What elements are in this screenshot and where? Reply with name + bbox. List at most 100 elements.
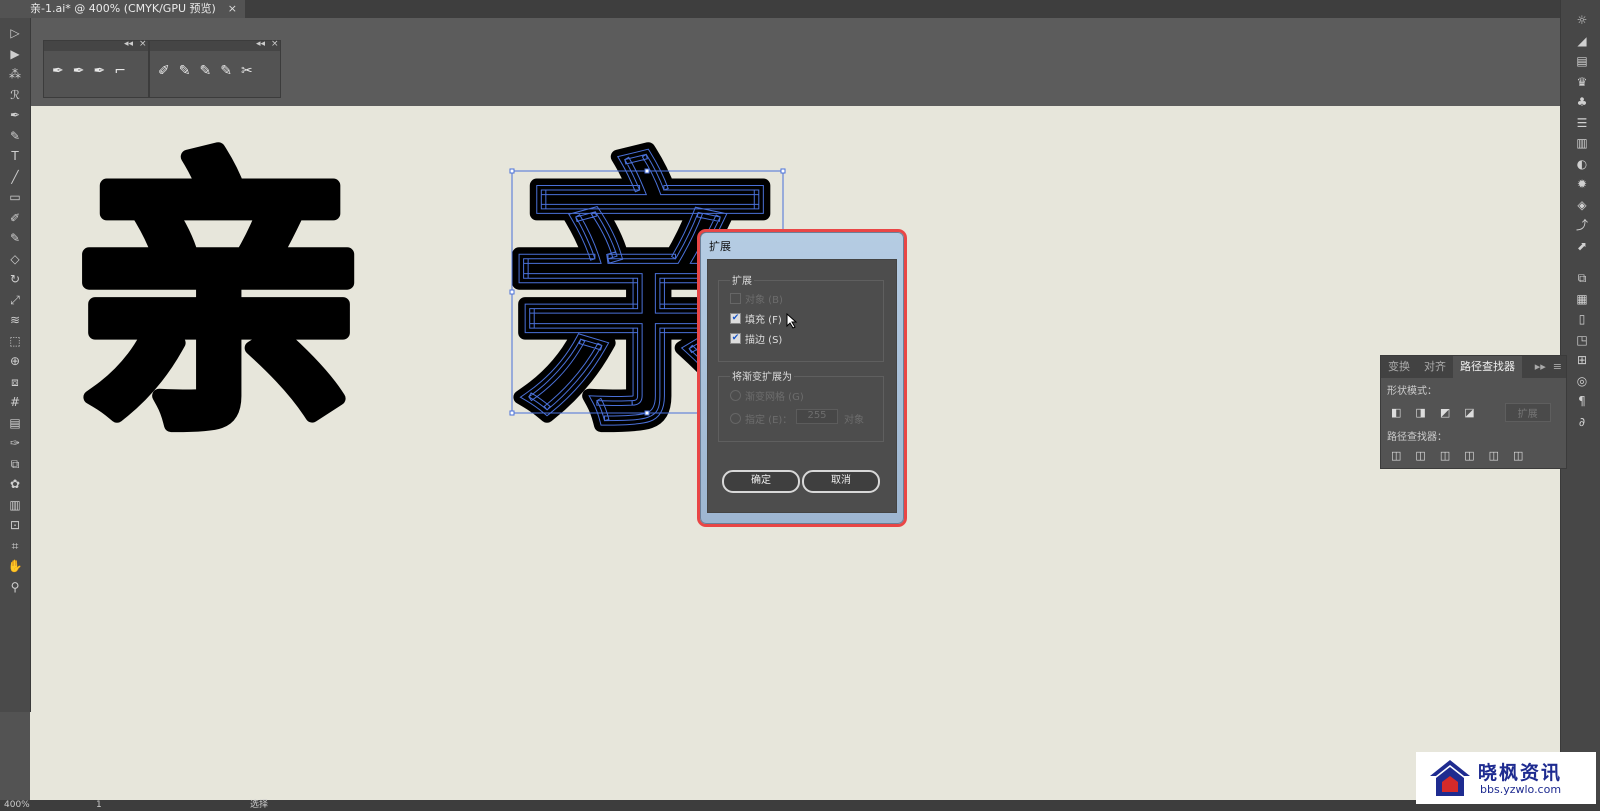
unite-icon[interactable]: ◧	[1391, 406, 1401, 419]
paragraph-icon[interactable]: ¶	[1573, 393, 1591, 409]
expand-dialog[interactable]: 扩展 扩展 对象 (B) ✔ 填充 (F) ✔ 描边 (S) 将渐变扩展为 渐变…	[700, 232, 904, 524]
artboard-number[interactable]: 1	[96, 800, 102, 811]
gradient-tool-icon[interactable]: ▤	[4, 414, 26, 432]
club-icon[interactable]: ♣	[1573, 94, 1591, 110]
paintbrush-tool-icon[interactable]: ✐	[4, 209, 26, 227]
pathfinder-icon[interactable]: ◳	[1573, 332, 1591, 348]
gradient-mesh-radio[interactable]	[730, 390, 741, 401]
rectangle-tool-icon[interactable]: ▭	[4, 188, 26, 206]
panel-menu-icon[interactable]: ≡	[1549, 356, 1566, 378]
selection-handle[interactable]	[644, 168, 650, 174]
glyph-left[interactable]: 亲	[66, 123, 370, 474]
pen-tool-icon[interactable]: ✒	[4, 106, 26, 124]
eyedropper-tool-icon[interactable]: ✑	[4, 434, 26, 452]
selection-handle[interactable]	[509, 289, 515, 295]
pen-tools-panel[interactable]: ◂◂ × ✒ ✒ ✒ ⌐	[43, 39, 149, 98]
layers-icon[interactable]: ◈	[1573, 197, 1591, 213]
merge-icon[interactable]: ◫	[1440, 449, 1450, 462]
artboard-tool-icon[interactable]: ⊡	[4, 516, 26, 534]
align-icon[interactable]: ▯	[1573, 311, 1591, 327]
export-icon[interactable]: ⤴	[1573, 217, 1591, 233]
ok-button[interactable]: 确定	[722, 470, 800, 493]
collapse-panel-icon[interactable]: ▸▸	[1532, 356, 1549, 378]
sun-icon[interactable]: ☼	[1573, 12, 1591, 28]
fill-checkbox[interactable]: ✔	[730, 313, 741, 324]
document-tab[interactable]: 亲-1.ai* @ 400% (CMYK/GPU 预览) ×	[30, 0, 246, 18]
slice-tool-icon[interactable]: ⌗	[4, 537, 26, 555]
zoom-tool-icon[interactable]: ⚲	[4, 578, 26, 596]
tab-pathfinder[interactable]: 路径查找器	[1453, 356, 1522, 378]
cancel-button[interactable]: 取消	[802, 470, 880, 493]
selection-handle[interactable]	[780, 168, 786, 174]
glyphs-icon[interactable]: ∂	[1573, 414, 1591, 430]
trim-icon[interactable]: ◫	[1415, 449, 1425, 462]
blend-tool-icon[interactable]: ⧉	[4, 455, 26, 473]
exclude-icon[interactable]: ◪	[1464, 406, 1474, 419]
magic-wand-tool-icon[interactable]: ⁂	[4, 65, 26, 83]
gradient-icon[interactable]: ▥	[1573, 135, 1591, 151]
column-graph-tool-icon[interactable]: ▥	[4, 496, 26, 514]
path-eraser-tool-icon[interactable]: ✎	[220, 63, 232, 79]
rotate-tool-icon[interactable]: ↻	[4, 270, 26, 288]
stroke-checkbox[interactable]: ✔	[730, 333, 741, 344]
minus-back-icon[interactable]: ◫	[1513, 449, 1523, 462]
direct-selection-tool-icon[interactable]: ▶	[4, 45, 26, 63]
eraser-tool-icon[interactable]: ◇	[4, 250, 26, 268]
close-icon[interactable]: ×	[139, 39, 147, 49]
transparency-icon[interactable]: ◐	[1573, 156, 1591, 172]
width-tool-icon[interactable]: ≋	[4, 311, 26, 329]
specify-radio[interactable]	[730, 413, 741, 424]
grid-icon[interactable]: ▦	[1573, 291, 1591, 307]
pencil-tool-icon[interactable]: ✎	[4, 229, 26, 247]
selection-tool-icon[interactable]: ▷	[4, 24, 26, 42]
cc-libraries-icon[interactable]: ◎	[1573, 373, 1591, 389]
specify-count-input[interactable]: 255	[796, 409, 838, 424]
divide-icon[interactable]: ◫	[1391, 449, 1401, 462]
drawing-tools-panel[interactable]: ◂◂ × ✐ ✎ ✎ ✎ ✂	[149, 39, 281, 98]
outline-icon[interactable]: ◫	[1489, 449, 1499, 462]
symbols-icon[interactable]: ⊞	[1573, 352, 1591, 368]
intersect-icon[interactable]: ◩	[1440, 406, 1450, 419]
free-transform-tool-icon[interactable]: ⬚	[4, 332, 26, 350]
object-checkbox[interactable]	[730, 293, 741, 304]
crop-icon[interactable]: ◫	[1464, 449, 1474, 462]
selection-handle[interactable]	[644, 410, 650, 416]
copy-icon[interactable]: ⧉	[1573, 270, 1591, 286]
pathfinder-panel[interactable]: 变换 对齐 路径查找器 ▸▸ ≡ 形状模式： ◧ ◨ ◩ ◪ 扩展 路径查找器：…	[1380, 355, 1567, 469]
anchor-point-tool-icon[interactable]: ⌐	[114, 63, 126, 79]
curve-icon[interactable]: ◢	[1573, 33, 1591, 49]
zoom-level[interactable]: 400%	[4, 800, 30, 811]
tab-align[interactable]: 对齐	[1417, 356, 1453, 378]
expand-button[interactable]: 扩展	[1504, 403, 1551, 422]
symbol-sprayer-tool-icon[interactable]: ✿	[4, 475, 26, 493]
curvature-tool-icon[interactable]: ✎	[4, 127, 26, 145]
collapse-icon[interactable]: ◂◂	[124, 39, 133, 49]
crown-icon[interactable]: ♛	[1573, 74, 1591, 90]
smooth-tool-icon[interactable]: ✎	[199, 63, 211, 79]
add-anchor-point-icon[interactable]: ✒	[73, 63, 85, 79]
collapse-icon[interactable]: ◂◂	[256, 39, 265, 49]
tab-transform[interactable]: 变换	[1381, 356, 1417, 378]
pen-tool-icon[interactable]: ✒	[52, 63, 64, 79]
delete-anchor-point-icon[interactable]: ✒	[93, 63, 105, 79]
mesh-tool-icon[interactable]: #	[4, 393, 26, 411]
pencil-tool-icon[interactable]: ✎	[179, 63, 191, 79]
link-icon[interactable]: ⬈	[1573, 238, 1591, 254]
stroke-icon[interactable]: ☰	[1573, 115, 1591, 131]
scale-tool-icon[interactable]: ⤢	[4, 291, 26, 309]
type-tool-icon[interactable]: T	[4, 147, 26, 165]
line-tool-icon[interactable]: ╱	[4, 168, 26, 186]
selection-handle[interactable]	[509, 410, 515, 416]
swatches-icon[interactable]: ▤	[1573, 53, 1591, 69]
selection-handle[interactable]	[509, 168, 515, 174]
status-mode[interactable]: 选择	[250, 800, 268, 811]
shaper-tool-icon[interactable]: ✐	[158, 63, 170, 79]
shape-builder-tool-icon[interactable]: ⊕	[4, 352, 26, 370]
join-tool-icon[interactable]: ✂	[241, 63, 253, 79]
lasso-tool-icon[interactable]: ℛ	[4, 86, 26, 104]
minus-front-icon[interactable]: ◨	[1415, 406, 1425, 419]
close-icon[interactable]: ×	[271, 39, 279, 49]
hand-tool-icon[interactable]: ✋	[4, 557, 26, 575]
perspective-tool-icon[interactable]: ⧈	[4, 373, 26, 391]
appearance-icon[interactable]: ✹	[1573, 176, 1591, 192]
